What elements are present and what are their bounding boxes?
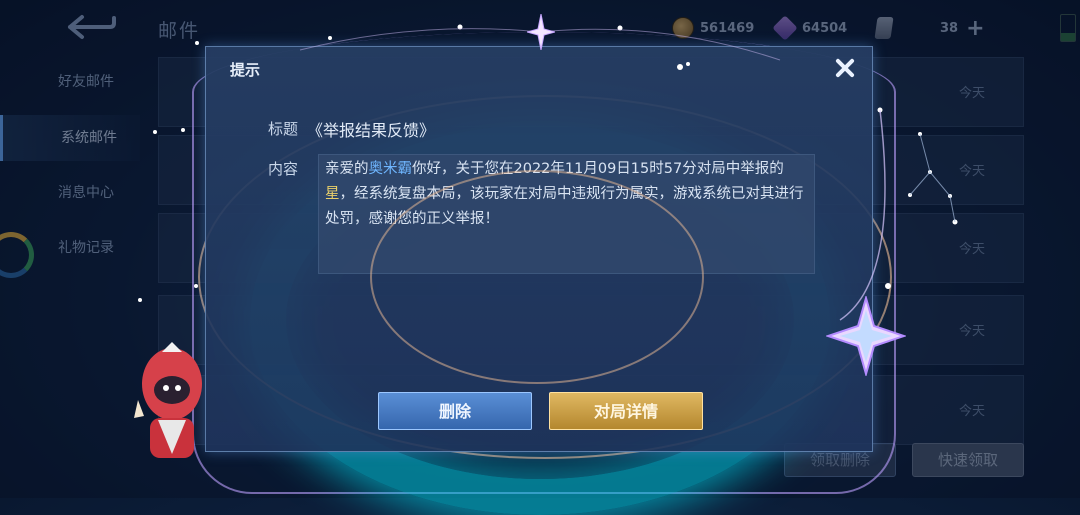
content-part: 你好，关于您在2022年11月09日15时57分对局中举报的	[412, 161, 784, 177]
content-part: 亲爱的	[325, 161, 369, 177]
reported-player-name: 星	[325, 186, 340, 202]
match-details-button[interactable]: 对局详情	[549, 392, 703, 430]
mascot-character	[134, 342, 202, 458]
delete-button[interactable]: 删除	[378, 392, 532, 430]
content-label: 内容	[268, 160, 299, 178]
subject-value: 《举报结果反馈》	[307, 121, 436, 140]
dialog-header: 提示	[206, 47, 872, 87]
close-icon[interactable]	[830, 53, 860, 83]
subject-label: 标题	[268, 120, 299, 138]
sparkle-icon	[527, 14, 555, 50]
inner-orbit-decoration	[370, 170, 704, 384]
player-name: 奥米霸	[368, 161, 413, 177]
dialog-title: 提示	[230, 61, 261, 79]
crystal-star-icon	[826, 296, 906, 376]
